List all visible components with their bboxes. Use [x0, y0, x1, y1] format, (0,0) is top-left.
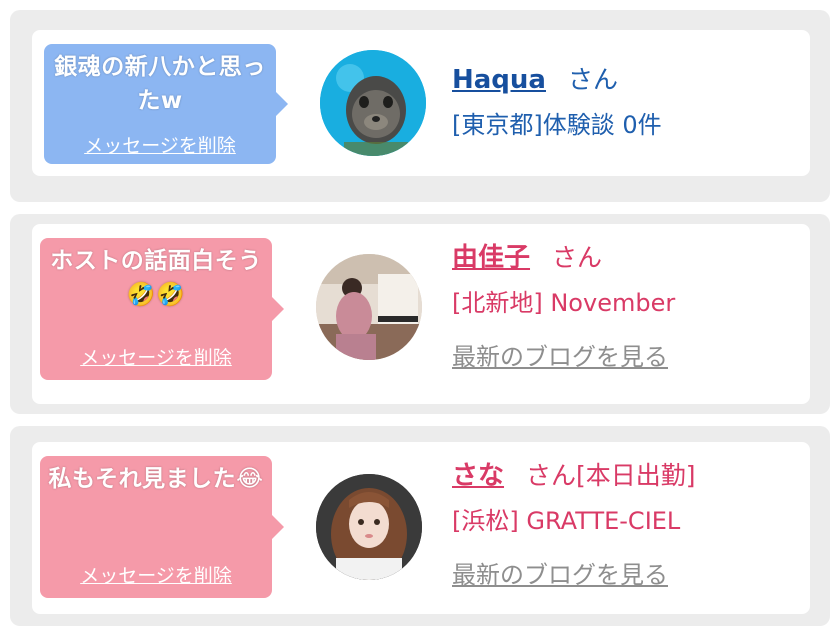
avatar[interactable] [320, 50, 426, 156]
user-info: さな さん[本日出勤] [浜松] GRATTE-CIEL 最新のブログを見る [452, 460, 696, 591]
avatar[interactable] [316, 254, 422, 360]
status-label: [本日出勤] [576, 461, 696, 490]
user-detail: [浜松] GRATTE-CIEL [452, 507, 681, 535]
seal-avatar-image [320, 50, 426, 156]
message-bubble: ホストの話面白そう🤣🤣 メッセージを削除 [40, 238, 284, 380]
message-bubble: 私もそれ見ました😂 メッセージを削除 [40, 456, 284, 598]
message-card: ホストの話面白そう🤣🤣 メッセージを削除 由佳子 さん [北新地] Novembe… [10, 214, 830, 414]
piano-avatar-image [316, 254, 422, 360]
latest-blog-link[interactable]: 最新のブログを見る [452, 341, 668, 373]
message-text: ホストの話面白そう🤣🤣 [50, 248, 262, 308]
delete-message-link[interactable]: メッセージを削除 [44, 131, 276, 158]
delete-message-link[interactable]: メッセージを削除 [40, 343, 272, 370]
user-detail: [東京都]体験談 0件 [452, 111, 662, 139]
message-card: 銀魂の新八かと思ったw メッセージを削除 Haqua さん [東京都]体験談 0件 [10, 10, 830, 202]
latest-blog-link[interactable]: 最新のブログを見る [452, 559, 668, 591]
girl-avatar-image [316, 474, 422, 580]
message-bubble: 銀魂の新八かと思ったw メッセージを削除 [44, 44, 288, 164]
honorific-label: さん [567, 65, 618, 94]
user-detail: [北新地] November [452, 289, 676, 317]
user-name-link[interactable]: 由佳子 [452, 243, 530, 273]
user-name-link[interactable]: Haqua [452, 65, 546, 95]
user-name-link[interactable]: さな [452, 461, 504, 491]
avatar[interactable] [316, 474, 422, 580]
message-card-inner: ホストの話面白そう🤣🤣 メッセージを削除 由佳子 さん [北新地] Novembe… [32, 224, 810, 404]
user-info: 由佳子 さん [北新地] November 最新のブログを見る [452, 242, 675, 373]
message-card: 私もそれ見ました😂 メッセージを削除 さな さん[本日出勤] [浜松] GRATT… [10, 426, 830, 626]
honorific-label: さん [552, 243, 603, 272]
message-text: 私もそれ見ました😂 [48, 466, 264, 492]
message-card-inner: 私もそれ見ました😂 メッセージを削除 さな さん[本日出勤] [浜松] GRATT… [32, 442, 810, 614]
message-card-inner: 銀魂の新八かと思ったw メッセージを削除 Haqua さん [東京都]体験談 0件 [32, 30, 810, 176]
message-text: 銀魂の新八かと思ったw [54, 54, 266, 114]
delete-message-link[interactable]: メッセージを削除 [40, 561, 272, 588]
honorific-label: さん [526, 461, 577, 490]
user-info: Haqua さん [東京都]体験談 0件 [452, 64, 662, 141]
